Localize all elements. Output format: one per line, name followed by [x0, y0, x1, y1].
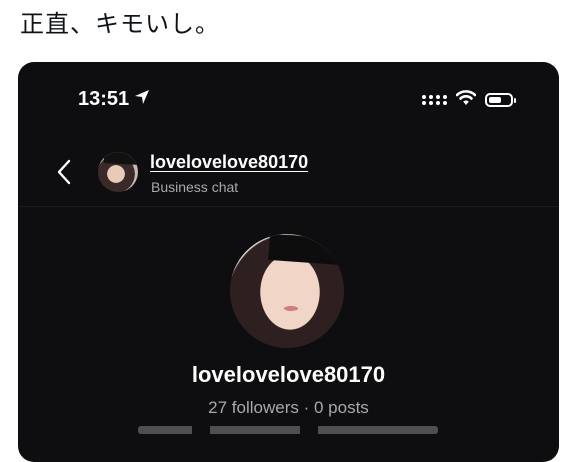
- profile-stats: 27 followers · 0 posts: [208, 398, 369, 417]
- tweet-text: 正直、キモいし。: [20, 10, 220, 38]
- header-username[interactable]: lovelovelove80170: [150, 152, 308, 173]
- time-label: 13:51: [78, 88, 130, 110]
- status-bar-time: 13:51: [78, 88, 150, 111]
- header-subtitle: Business chat: [151, 179, 239, 195]
- signal-dots-icon: [422, 95, 447, 105]
- wifi-icon: [455, 90, 477, 110]
- chevron-left-icon: [57, 159, 71, 185]
- profile-username: lovelovelove80170: [191, 362, 386, 387]
- profile-avatar[interactable]: [230, 234, 344, 348]
- chat-header: lovelovelove80170 Business chat: [18, 146, 559, 207]
- back-button[interactable]: [52, 154, 76, 190]
- cutoff-text-line: [138, 426, 438, 434]
- location-arrow-icon: [134, 88, 150, 111]
- embedded-screenshot: 13:51 lovelovelove80170 Business chat lo…: [18, 62, 559, 462]
- header-avatar[interactable]: [98, 152, 138, 192]
- battery-icon: [485, 93, 516, 107]
- status-bar-icons: [422, 90, 516, 110]
- battery-level: [489, 97, 501, 103]
